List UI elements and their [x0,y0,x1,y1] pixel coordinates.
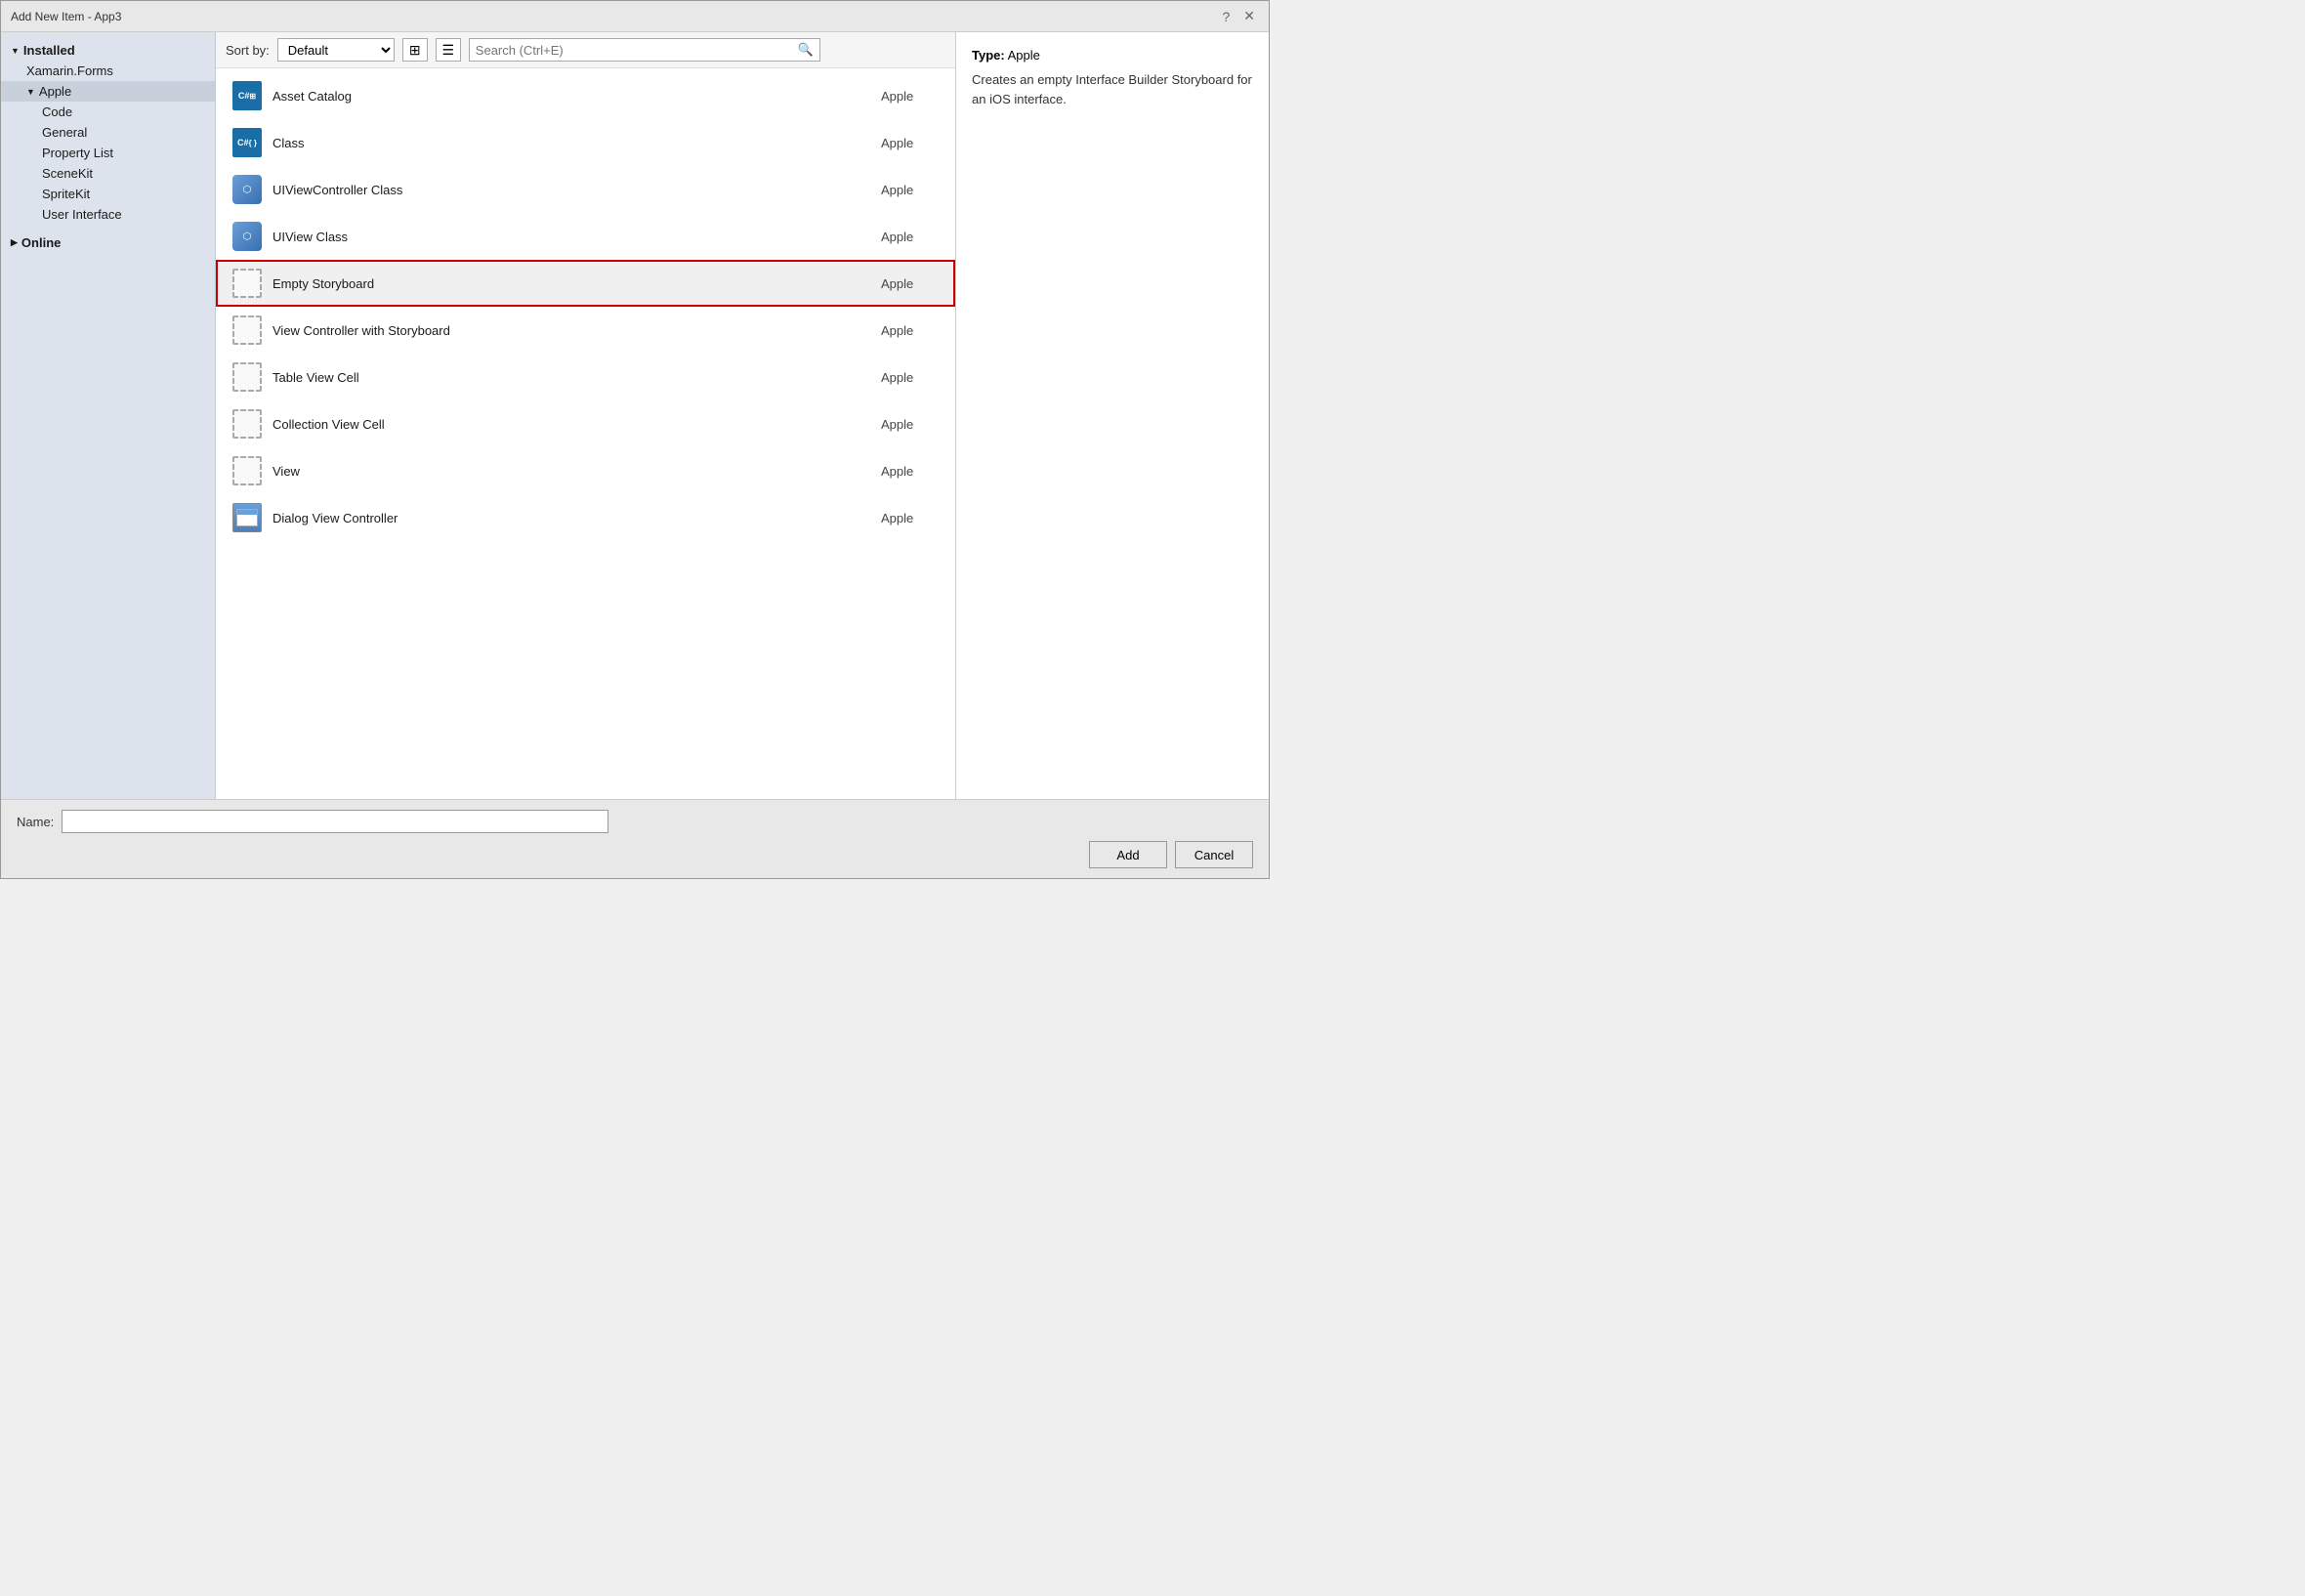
sidebar-item-xamarin-forms[interactable]: Xamarin.Forms [1,61,215,81]
type-description: Creates an empty Interface Builder Story… [972,70,1253,108]
triangle-online: ▶ [11,237,18,248]
name-input[interactable] [62,810,608,833]
add-button[interactable]: Add [1089,841,1167,868]
list-item-uiview[interactable]: ⬡ UIView Class Apple [216,213,955,260]
triangle-installed: ▼ [11,46,20,56]
sidebar-item-general[interactable]: General [1,122,215,143]
dialog-view-controller-type: Apple [881,511,940,525]
sidebar-item-code-label: Code [42,105,72,119]
name-label: Name: [17,815,54,829]
empty-storyboard-type: Apple [881,276,940,291]
asset-catalog-name: Asset Catalog [272,89,871,104]
title-bar-controls: ? ✕ [1218,8,1259,24]
installed-section: ▼ Installed Xamarin.Forms ▼ Apple Code [1,40,215,225]
empty-storyboard-icon [231,268,263,299]
close-button[interactable]: ✕ [1239,8,1259,24]
center-panel: Sort by: Default Name Type ⊞ ☰ 🔍 [216,32,956,799]
items-list: C#⊞ Asset Catalog Apple C#{ } Class Appl… [216,68,955,799]
list-icon: ☰ [442,42,455,59]
type-value: Apple [1008,48,1040,63]
list-item-collection-view-cell[interactable]: Collection View Cell Apple [216,400,955,447]
name-row: Name: [17,810,1253,833]
sidebar-item-spritekit[interactable]: SpriteKit [1,184,215,204]
sidebar-item-user-interface-label: User Interface [42,207,122,222]
view-icon [231,455,263,486]
sidebar-item-code[interactable]: Code [1,102,215,122]
table-view-cell-name: Table View Cell [272,370,871,385]
sidebar-item-scenekit[interactable]: SceneKit [1,163,215,184]
class-type: Apple [881,136,940,150]
bottom-bar: Name: Add Cancel [1,799,1269,878]
view-controller-storyboard-icon [231,315,263,346]
right-panel: Type: Apple Creates an empty Interface B… [956,32,1269,799]
sidebar-item-xamarin-label: Xamarin.Forms [26,63,113,78]
collection-view-cell-type: Apple [881,417,940,432]
sidebar-item-apple-label: Apple [39,84,71,99]
search-box[interactable]: 🔍 [469,38,820,62]
sidebar-item-installed[interactable]: ▼ Installed [1,40,215,61]
uiviewcontroller-name: UIViewController Class [272,183,871,197]
collection-view-cell-icon [231,408,263,440]
empty-storyboard-name: Empty Storyboard [272,276,871,291]
cancel-button[interactable]: Cancel [1175,841,1253,868]
list-item-uiviewcontroller[interactable]: ⬡ UIViewController Class Apple [216,166,955,213]
view-type: Apple [881,464,940,479]
search-input[interactable] [476,43,794,58]
list-item-dialog-view-controller[interactable]: Dialog View Controller Apple [216,494,955,541]
search-area: 🔍 [469,38,820,62]
sidebar-item-installed-label: Installed [23,43,75,58]
sidebar-item-online[interactable]: ▶ Online [1,232,215,253]
sidebar-item-scenekit-label: SceneKit [42,166,93,181]
dialog-view-controller-name: Dialog View Controller [272,511,871,525]
sidebar: ▼ Installed Xamarin.Forms ▼ Apple Code [1,32,216,799]
help-button[interactable]: ? [1218,8,1234,24]
sort-select[interactable]: Default Name Type [277,38,395,62]
uiviewcontroller-type: Apple [881,183,940,197]
main-content: ▼ Installed Xamarin.Forms ▼ Apple Code [1,32,1269,799]
class-icon: C#{ } [231,127,263,158]
list-item-view-controller-storyboard[interactable]: View Controller with Storyboard Apple [216,307,955,354]
list-item-class[interactable]: C#{ } Class Apple [216,119,955,166]
class-name: Class [272,136,871,150]
uiview-type: Apple [881,230,940,244]
title-bar: Add New Item - App3 ? ✕ [1,1,1269,32]
add-new-item-dialog: Add New Item - App3 ? ✕ ▼ Installed Xama… [0,0,1270,879]
view-name: View [272,464,871,479]
sidebar-item-apple[interactable]: ▼ Apple [1,81,215,102]
view-controller-storyboard-type: Apple [881,323,940,338]
sidebar-item-spritekit-label: SpriteKit [42,187,90,201]
search-icon: 🔍 [798,42,814,58]
type-label: Type: Apple [972,48,1253,63]
toolbar: Sort by: Default Name Type ⊞ ☰ 🔍 [216,32,955,68]
sidebar-item-property-list[interactable]: Property List [1,143,215,163]
dialog-view-controller-icon [231,502,263,533]
table-view-cell-icon [231,361,263,393]
uiviewcontroller-icon: ⬡ [231,174,263,205]
list-item-view[interactable]: View Apple [216,447,955,494]
grid-view-button[interactable]: ⊞ [402,38,428,62]
list-view-button[interactable]: ☰ [436,38,461,62]
sidebar-item-user-interface[interactable]: User Interface [1,204,215,225]
sidebar-item-general-label: General [42,125,87,140]
type-prefix: Type: [972,48,1005,63]
sort-label: Sort by: [226,43,270,58]
asset-catalog-type: Apple [881,89,940,104]
table-view-cell-type: Apple [881,370,940,385]
view-controller-storyboard-name: View Controller with Storyboard [272,323,871,338]
collection-view-cell-name: Collection View Cell [272,417,871,432]
dialog-title: Add New Item - App3 [11,10,121,23]
list-item-empty-storyboard[interactable]: Empty Storyboard Apple [216,260,955,307]
uiview-icon: ⬡ [231,221,263,252]
list-item-asset-catalog[interactable]: C#⊞ Asset Catalog Apple [216,72,955,119]
list-item-table-view-cell[interactable]: Table View Cell Apple [216,354,955,400]
buttons-row: Add Cancel [17,841,1253,868]
asset-catalog-icon: C#⊞ [231,80,263,111]
triangle-apple: ▼ [26,87,35,97]
grid-icon: ⊞ [409,42,421,59]
sidebar-item-online-label: Online [21,235,61,250]
sidebar-item-property-list-label: Property List [42,146,113,160]
uiview-name: UIView Class [272,230,871,244]
